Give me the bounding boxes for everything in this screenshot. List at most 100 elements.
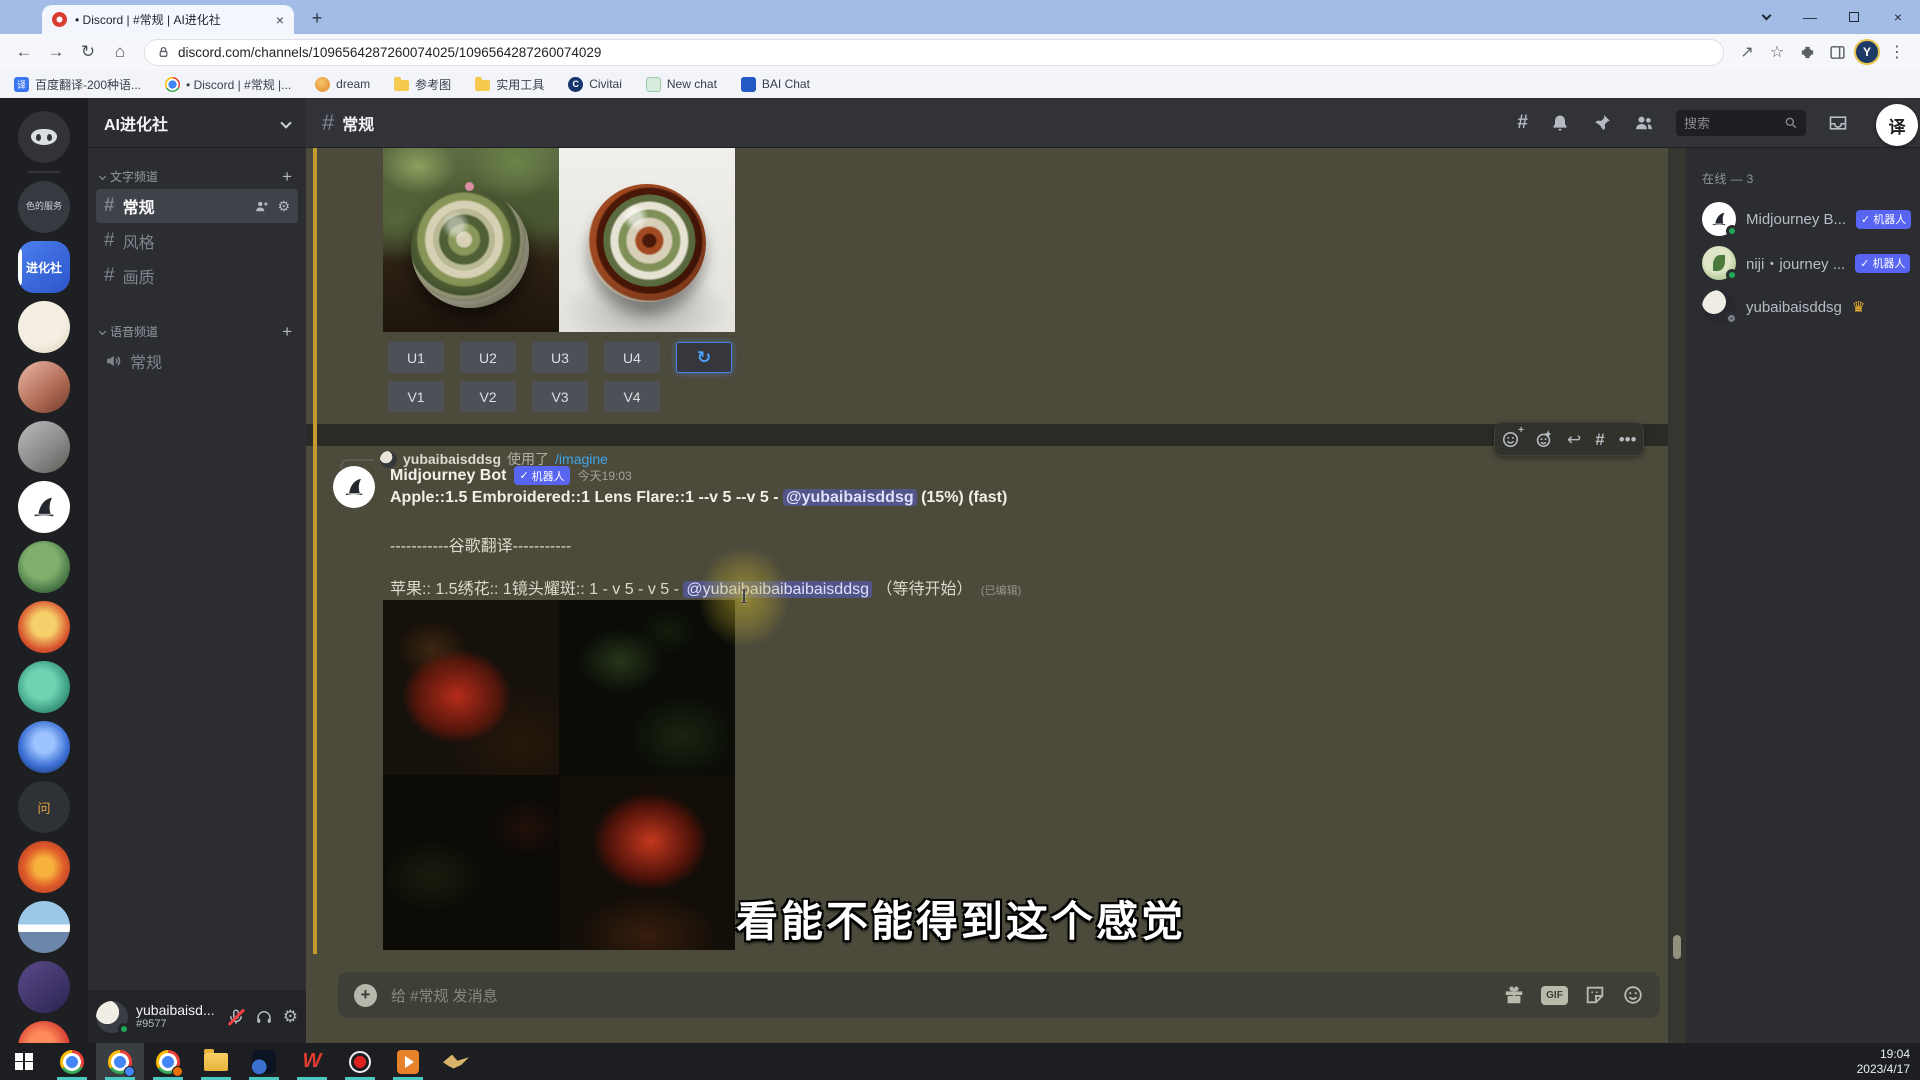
bookmark-discord[interactable]: • Discord | #常规 |... [165, 76, 291, 93]
browser-tab[interactable]: • Discord | #常规 | AI进化社 × [42, 5, 294, 34]
discord-home-button[interactable] [18, 111, 70, 163]
reload-icon[interactable]: ↻ [74, 38, 102, 66]
taskbar-media-app[interactable] [384, 1043, 432, 1080]
back-icon[interactable]: ← [10, 38, 38, 66]
gift-icon[interactable] [1503, 984, 1525, 1006]
v3-button[interactable]: V3 [532, 381, 588, 412]
browser-menu-kebab-icon[interactable]: ⋮ [1884, 39, 1910, 65]
imagine-command-link[interactable]: /imagine [555, 451, 608, 467]
bookmark-dream[interactable]: dream [315, 77, 370, 92]
server-icon[interactable] [18, 541, 70, 593]
search-input[interactable]: 搜索 [1676, 110, 1806, 136]
taskbar-chrome-active[interactable] [96, 1043, 144, 1080]
server-icon[interactable] [18, 361, 70, 413]
taskbar-chrome[interactable] [48, 1043, 96, 1080]
server-icon-active[interactable]: 进化社 [18, 241, 70, 293]
channel-huazhi[interactable]: # 画质 [96, 259, 298, 293]
forward-icon[interactable]: → [42, 38, 70, 66]
server-icon[interactable] [18, 601, 70, 653]
message-input-bar[interactable]: + 给 #常规 发消息 GIF [338, 972, 1660, 1018]
attach-plus-icon[interactable]: + [354, 984, 377, 1007]
headphones-icon[interactable] [255, 1008, 273, 1026]
invite-person-add-icon[interactable] [254, 199, 269, 214]
translate-extension-button[interactable]: 译 [1876, 104, 1918, 146]
category-voice-channels[interactable]: 语音频道 + [94, 323, 298, 340]
server-icon[interactable] [18, 901, 70, 953]
side-panel-icon[interactable] [1824, 39, 1850, 65]
author-name[interactable]: Midjourney Bot [390, 467, 506, 485]
tab-search-chevron-icon[interactable] [1744, 0, 1788, 34]
reply-icon[interactable]: ↩ [1567, 431, 1581, 448]
pinned-messages-icon[interactable] [1592, 113, 1612, 133]
channel-changgui[interactable]: # 常规 ⚙ [96, 189, 298, 223]
scrollbar-thumb[interactable] [1673, 935, 1681, 959]
voice-channel-changgui[interactable]: 常规 [96, 344, 298, 378]
mic-muted-button[interactable] [227, 1008, 245, 1026]
server-icon[interactable] [18, 841, 70, 893]
sticker-icon[interactable] [1584, 984, 1606, 1006]
bookmark-civitai[interactable]: CCivitai [568, 77, 622, 92]
window-close-button[interactable]: × [1876, 0, 1920, 34]
add-channel-icon[interactable]: + [282, 323, 292, 340]
u4-button[interactable]: U4 [604, 342, 660, 373]
add-reaction-icon[interactable]: + [1501, 430, 1520, 449]
taskbar-dark-app[interactable] [240, 1043, 288, 1080]
generated-image-marble-on-wood[interactable] [383, 148, 559, 332]
server-icon[interactable] [18, 961, 70, 1013]
create-thread-icon[interactable]: # [1595, 431, 1604, 448]
threads-icon[interactable]: # [1517, 112, 1528, 134]
share-icon[interactable]: ↗ [1734, 39, 1760, 65]
tab-close-icon[interactable]: × [276, 13, 284, 27]
server-icon[interactable]: 色的服务 [18, 181, 70, 233]
bookmark-star-icon[interactable]: ☆ [1764, 39, 1790, 65]
midjourney-bot-avatar[interactable] [333, 466, 375, 508]
server-icon-midjourney[interactable] [18, 481, 70, 533]
channel-fengge[interactable]: # 风格 [96, 224, 298, 258]
u3-button[interactable]: U3 [532, 342, 588, 373]
category-text-channels[interactable]: 文字频道 + [94, 168, 298, 185]
taskbar-screen-recorder[interactable] [336, 1043, 384, 1080]
new-tab-button[interactable]: + [304, 5, 330, 31]
inbox-icon[interactable] [1828, 113, 1848, 133]
server-icon[interactable] [18, 721, 70, 773]
server-icon[interactable] [18, 1021, 70, 1043]
v2-button[interactable]: V2 [460, 381, 516, 412]
v4-button[interactable]: V4 [604, 381, 660, 412]
chat-scrollbar-track[interactable] [1668, 148, 1686, 1043]
v1-button[interactable]: V1 [388, 381, 444, 412]
upscaled-image-pair[interactable] [383, 148, 735, 332]
super-reaction-icon[interactable] [1534, 430, 1553, 449]
browser-profile-avatar[interactable]: Y [1854, 39, 1880, 65]
add-channel-icon[interactable]: + [282, 168, 292, 185]
taskbar-bird-app[interactable] [432, 1043, 480, 1080]
u2-button[interactable]: U2 [460, 342, 516, 373]
bookmark-folder-tools[interactable]: 实用工具 [475, 76, 544, 93]
window-maximize-button[interactable] [1832, 0, 1876, 34]
bookmark-baichat[interactable]: BAI Chat [741, 77, 810, 92]
address-bar[interactable]: discord.com/channels/1096564287260074025… [144, 39, 1724, 66]
notifications-bell-icon[interactable] [1550, 113, 1570, 133]
member-row-niji[interactable]: niji・journey ... ✓机器人 [1702, 241, 1912, 285]
start-button[interactable] [0, 1043, 48, 1080]
avatar[interactable] [96, 1001, 128, 1033]
mention-chip[interactable]: @yubaibaisddsg [783, 489, 917, 506]
member-list-icon[interactable] [1634, 113, 1654, 133]
server-icon[interactable] [18, 421, 70, 473]
bookmark-newchat[interactable]: New chat [646, 77, 717, 92]
member-row-midjourney[interactable]: Midjourney B... ✓机器人 [1702, 197, 1912, 241]
more-options-icon[interactable]: ••• [1619, 431, 1637, 448]
reroll-button[interactable]: ↻ [676, 342, 732, 373]
taskbar-clock[interactable]: 19:04 2023/4/17 [1857, 1047, 1920, 1077]
extensions-puzzle-icon[interactable] [1794, 39, 1820, 65]
generated-image-marble-on-white[interactable] [559, 148, 735, 332]
server-icon[interactable] [18, 301, 70, 353]
emoji-picker-icon[interactable] [1622, 984, 1644, 1006]
server-icon[interactable]: 问 [18, 781, 70, 833]
taskbar-wps[interactable]: W [288, 1043, 336, 1080]
home-icon[interactable]: ⌂ [106, 38, 134, 66]
server-header[interactable]: AI进化社 [88, 98, 306, 148]
taskbar-file-explorer[interactable] [192, 1043, 240, 1080]
server-icon[interactable] [18, 661, 70, 713]
member-row-yubaibaisddsg[interactable]: yubaibaisddsg ♛ [1702, 285, 1912, 329]
u1-button[interactable]: U1 [388, 342, 444, 373]
